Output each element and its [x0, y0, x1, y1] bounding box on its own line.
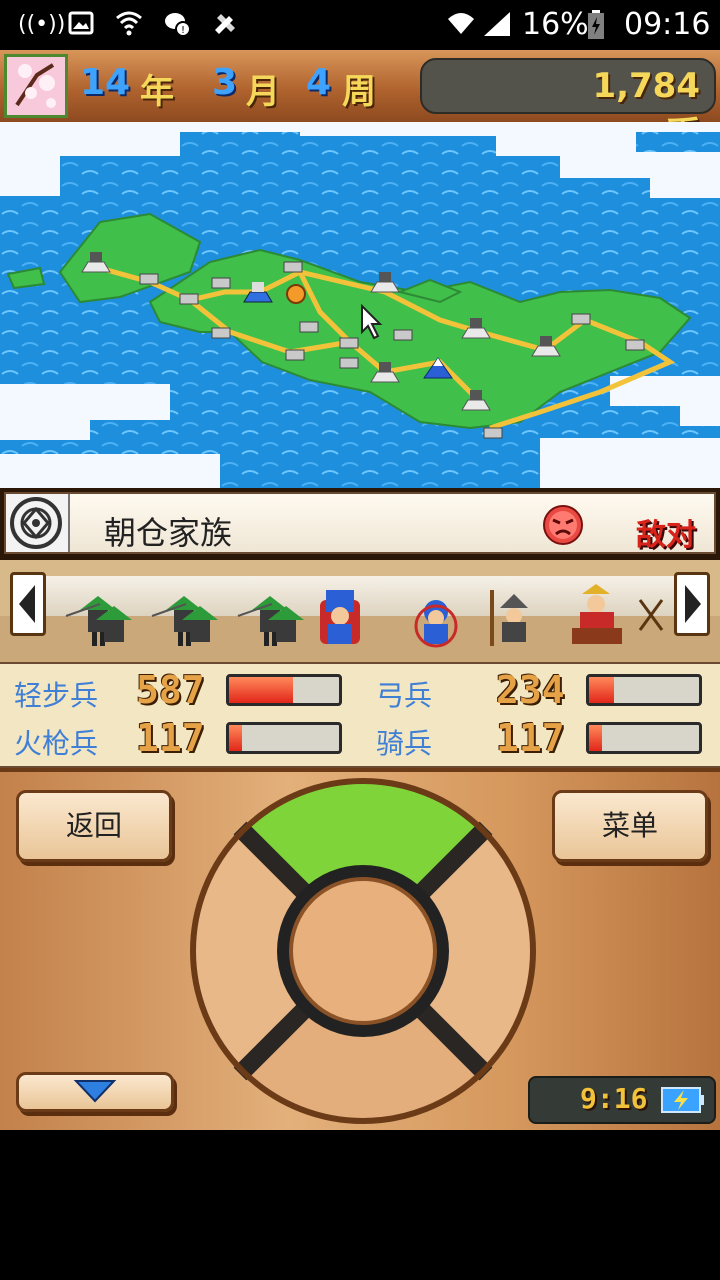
charging-battery-icon	[660, 1086, 706, 1118]
status-time: 09:16	[624, 7, 711, 42]
year-unit: 年	[140, 72, 174, 112]
wifi-hotspot-icon	[114, 10, 144, 40]
arrow-down-icon	[73, 1080, 117, 1103]
gunner-sprite	[414, 600, 458, 648]
world-map[interactable]	[0, 122, 720, 488]
chat-icon: !	[162, 10, 192, 40]
archer-sprite	[320, 590, 360, 644]
relation-status: 敌对	[636, 518, 696, 553]
stat-value-light-infantry: 587	[136, 668, 205, 712]
week-unit: 周	[342, 72, 376, 112]
light-infantry-sprite	[237, 596, 304, 646]
status-bar: ((•)) ! 16% 09:16	[0, 0, 720, 50]
faction-name: 朝仓家族	[104, 514, 233, 552]
soldier-sprites	[65, 584, 664, 648]
month-value: 3	[212, 62, 238, 103]
light-infantry-sprite	[151, 596, 218, 646]
battery-percent: 16%	[522, 7, 589, 42]
battery-icon	[586, 10, 606, 40]
arrow-right-icon	[685, 585, 701, 623]
stat-bar-light-infantry	[226, 674, 342, 706]
tools-icon	[210, 10, 240, 40]
month-unit: 月	[246, 72, 280, 112]
signal-icon	[482, 10, 512, 40]
back-button[interactable]: 返回	[16, 790, 172, 862]
arrow-left-icon	[19, 585, 35, 623]
stat-label-gunner: 火枪兵	[14, 727, 99, 760]
stat-value-archer: 234	[496, 668, 565, 712]
sakura-avatar-icon[interactable]	[4, 54, 68, 118]
image-icon	[66, 10, 96, 40]
stat-label-archer: 弓兵	[376, 679, 433, 712]
stat-bar-archer	[586, 674, 702, 706]
dpad-center[interactable]	[289, 877, 437, 1025]
barricade-sprite	[638, 599, 664, 631]
light-infantry-sprite	[65, 596, 132, 646]
stat-bar-cavalry	[586, 722, 702, 754]
map-graphic	[0, 122, 720, 488]
spearman-sprite	[490, 590, 528, 646]
stat-label-light-infantry: 轻步兵	[14, 679, 99, 712]
angry-face-icon	[540, 504, 586, 550]
clan-crest-icon	[6, 494, 70, 552]
game-clock-time: 9:16	[580, 1082, 648, 1115]
stat-label-cavalry: 骑兵	[376, 727, 433, 760]
dpad[interactable]	[188, 776, 538, 1126]
scroll-right-button[interactable]	[674, 572, 710, 636]
week-value: 4	[306, 62, 332, 103]
broadcast-icon: ((•))	[18, 12, 66, 37]
scroll-down-button[interactable]	[16, 1072, 174, 1112]
scroll-left-button[interactable]	[10, 572, 46, 636]
year-value: 14	[80, 62, 131, 103]
stat-value-gunner: 117	[136, 716, 205, 760]
stat-value-cavalry: 117	[496, 716, 565, 760]
svg-text:!: !	[181, 25, 185, 36]
cavalry-sprite	[572, 584, 622, 644]
wifi-icon	[446, 10, 476, 40]
menu-button[interactable]: 菜单	[552, 790, 708, 862]
stat-bar-gunner	[226, 722, 342, 754]
